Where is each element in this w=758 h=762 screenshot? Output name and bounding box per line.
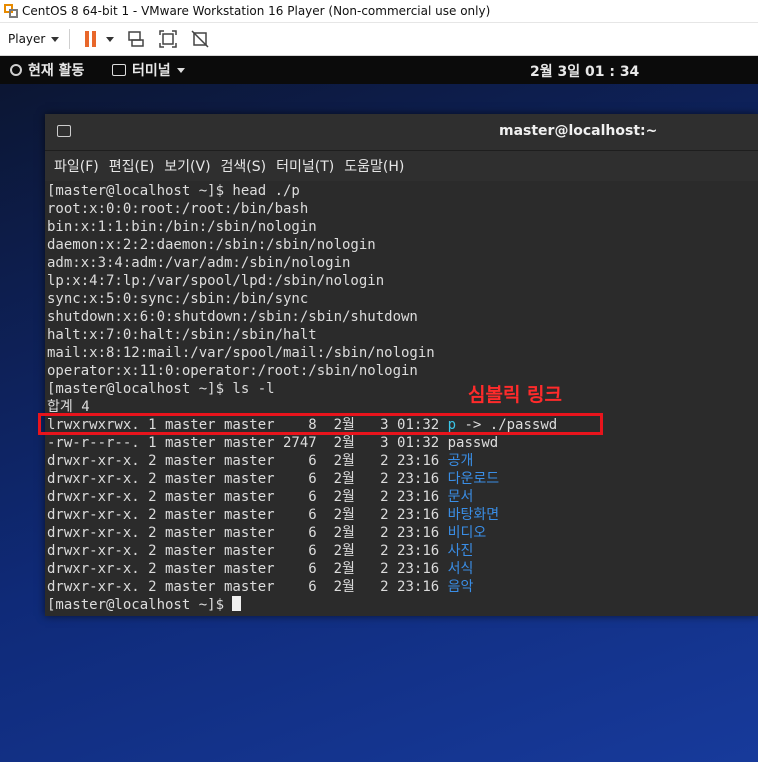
player-menu-button[interactable]: Player (8, 32, 45, 46)
ls-entry: drwxr-xr-x. 2 master master 6 2월 2 23:16… (47, 470, 499, 488)
symlink-annotation-label: 심볼릭 링크 (468, 384, 563, 406)
text-cursor (232, 596, 242, 611)
terminal-line: mail:x:8:12:mail:/var/spool/mail:/sbin/n… (47, 345, 435, 361)
ls-entry: drwxr-xr-x. 2 master master 6 2월 2 23:16… (47, 542, 473, 560)
terminal-line: bin:x:1:1:bin:/bin:/sbin/nologin (47, 219, 317, 235)
ls-entry: drwxr-xr-x. 2 master master 6 2월 2 23:16… (47, 524, 486, 542)
clock[interactable]: 2월 3일 01 : 34 (530, 61, 639, 81)
app-menu-button[interactable]: 터미널 (112, 60, 185, 80)
ls-entry: drwxr-xr-x. 2 master master 6 2월 2 23:16… (47, 452, 473, 470)
fit-guest-icon[interactable] (158, 29, 178, 49)
prompt-text: [master@localhost ~]$ (47, 597, 233, 613)
pause-icon[interactable] (84, 31, 98, 47)
menu-edit[interactable]: 편집(E) (109, 156, 155, 176)
ls-entry-name: 문서 (447, 489, 474, 505)
menu-view[interactable]: 보기(V) (164, 156, 210, 176)
ls-entry: drwxr-xr-x. 2 master master 6 2월 2 23:16… (47, 560, 473, 578)
vmware-title-bar: CentOS 8 64-bit 1 - VMware Workstation 1… (0, 0, 758, 23)
ls-entry-name: passwd (447, 435, 499, 451)
ls-entry-name: 다운로드 (447, 471, 500, 487)
menu-file[interactable]: 파일(F) (54, 156, 99, 176)
terminal-line: adm:x:3:4:adm:/var/adm:/sbin/nologin (47, 255, 351, 271)
terminal-line: [master@localhost ~]$ ls -l (47, 381, 275, 397)
ls-entry-name: 음악 (447, 579, 474, 595)
ls-entry: drwxr-xr-x. 2 master master 6 2월 2 23:16… (47, 506, 499, 524)
ls-entry-meta: drwxr-xr-x. 2 master master 6 2월 2 23:16 (47, 489, 448, 505)
unity-icon[interactable] (190, 29, 210, 49)
terminal-icon (57, 125, 71, 137)
ls-entry-meta: drwxr-xr-x. 2 master master 6 2월 2 23:16 (47, 561, 448, 577)
terminal-line: [master@localhost ~]$ head ./p (47, 183, 300, 199)
ls-entry-meta: drwxr-xr-x. 2 master master 6 2월 2 23:16 (47, 543, 448, 559)
ls-entry-meta: drwxr-xr-x. 2 master master 6 2월 2 23:16 (47, 507, 448, 523)
terminal-menu-bar: 파일(F) 편집(E) 보기(V) 검색(S) 터미널(T) 도움말(H) (45, 151, 758, 181)
terminal-line: lp:x:4:7:lp:/var/spool/lpd:/sbin/nologin (47, 273, 385, 289)
player-menu-chevron-icon[interactable] (51, 36, 60, 42)
ls-entry-name: 비디오 (447, 525, 487, 541)
terminal-line: root:x:0:0:root:/root:/bin/bash (47, 201, 309, 217)
ls-entry-name: 사진 (447, 543, 474, 559)
ls-entry-name: 공개 (447, 453, 474, 469)
ls-entry: drwxr-xr-x. 2 master master 6 2월 2 23:16… (47, 578, 473, 596)
ls-entry-meta: drwxr-xr-x. 2 master master 6 2월 2 23:16 (47, 579, 448, 595)
gnome-top-bar: 현재 활동 터미널 2월 3일 01 : 34 (0, 56, 758, 84)
window-title: CentOS 8 64-bit 1 - VMware Workstation 1… (22, 4, 491, 18)
terminal-icon (112, 64, 126, 76)
terminal-line: operator:x:11:0:operator:/root:/sbin/nol… (47, 363, 418, 379)
menu-search[interactable]: 검색(S) (221, 156, 267, 176)
ls-entry: drwxr-xr-x. 2 master master 6 2월 2 23:16… (47, 488, 473, 506)
terminal-line: shutdown:x:6:0:shutdown:/sbin:/sbin/shut… (47, 309, 418, 325)
terminal-line: halt:x:7:0:halt:/sbin:/sbin/halt (47, 327, 317, 343)
ls-entry-name: 서식 (447, 561, 474, 577)
terminal-output[interactable]: [master@localhost ~]$ head ./p root:x:0:0… (47, 181, 755, 616)
menu-terminal[interactable]: 터미널(T) (276, 156, 334, 176)
ls-entry: -rw-r--r--. 1 master master 2747 2월 3 01… (47, 434, 498, 452)
power-options-chevron-icon[interactable] (106, 36, 115, 42)
ls-entry-meta: drwxr-xr-x. 2 master master 6 2월 2 23:16 (47, 453, 448, 469)
vmware-toolbar: Player (0, 23, 758, 56)
menu-help[interactable]: 도움말(H) (344, 156, 404, 176)
vmware-logo-icon (4, 4, 18, 18)
ls-entry-meta: drwxr-xr-x. 2 master master 6 2월 2 23:16 (47, 525, 448, 541)
toolbar-divider (69, 29, 71, 49)
symlink-highlight-box (38, 413, 603, 435)
ls-entry-meta: drwxr-xr-x. 2 master master 6 2월 2 23:16 (47, 471, 448, 487)
activities-label: 현재 활동 (28, 63, 85, 79)
terminal-title: master@localhost:~ (499, 123, 658, 139)
terminal-line: sync:x:5:0:sync:/sbin:/bin/sync (47, 291, 309, 307)
terminal-line: daemon:x:2:2:daemon:/sbin:/sbin/nologin (47, 237, 376, 253)
activities-button[interactable]: 현재 활동 (10, 60, 84, 80)
terminal-header-bar[interactable]: master@localhost:~ (45, 114, 758, 151)
terminal-window[interactable]: master@localhost:~ 파일(F) 편집(E) 보기(V) 검색(… (45, 114, 758, 616)
activities-icon (10, 64, 22, 76)
app-menu-label: 터미널 (132, 63, 171, 79)
terminal-prompt[interactable]: [master@localhost ~]$ (47, 596, 242, 614)
ls-entry-name: 바탕화면 (447, 507, 500, 523)
app-menu-chevron-icon (176, 67, 185, 73)
send-keys-icon[interactable] (126, 29, 146, 49)
ls-entry-meta: -rw-r--r--. 1 master master 2747 2월 3 01… (47, 435, 448, 451)
